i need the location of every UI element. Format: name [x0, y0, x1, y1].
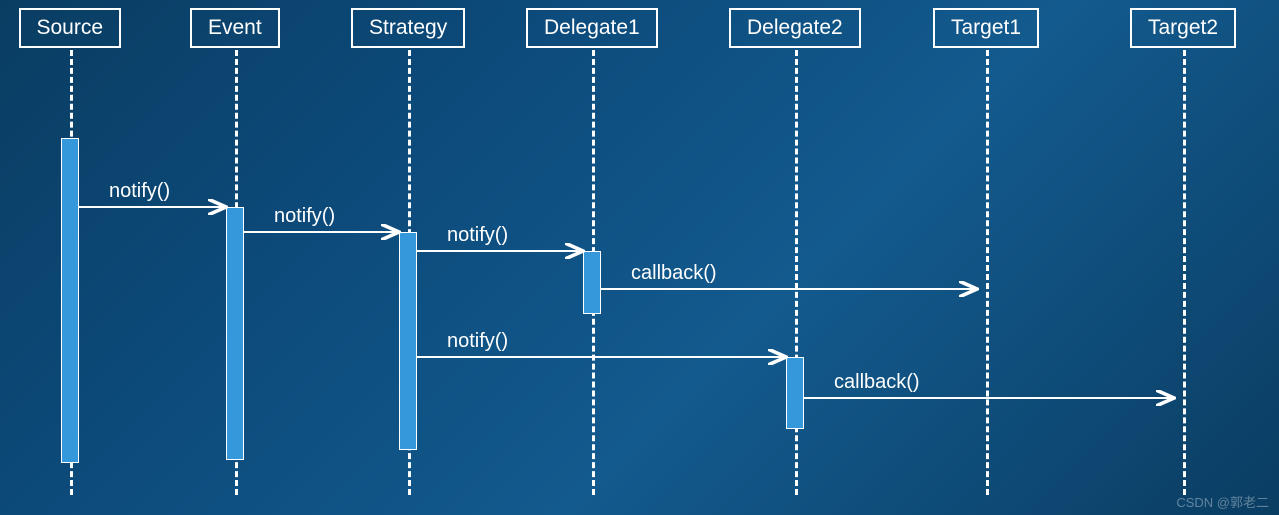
- message-label-strategy-delegate2: notify(): [447, 330, 508, 353]
- activation-event: [226, 207, 244, 460]
- message-label-strategy-delegate1: notify(): [447, 224, 508, 247]
- participant-event: Event: [190, 8, 280, 48]
- lifeline-target1: [986, 50, 989, 495]
- activation-strategy: [399, 232, 417, 450]
- participant-target1: Target1: [933, 8, 1039, 48]
- participant-target2: Target2: [1130, 8, 1236, 48]
- message-label-source-event: notify(): [109, 180, 170, 203]
- activation-source: [61, 138, 79, 463]
- activation-delegate1: [583, 251, 601, 314]
- sequence-diagram: Source Event Strategy Delegate1 Delegate2 Tar…: [0, 0, 1279, 515]
- participant-source: Source: [19, 8, 122, 48]
- participant-delegate2: Delegate2: [729, 8, 861, 48]
- participant-delegate1: Delegate1: [526, 8, 658, 48]
- arrows-layer: [0, 0, 1279, 515]
- participant-strategy: Strategy: [351, 8, 465, 48]
- message-label-delegate1-target1: callback(): [631, 262, 717, 285]
- message-label-event-strategy: notify(): [274, 205, 335, 228]
- message-label-delegate2-target2: callback(): [834, 371, 920, 394]
- lifeline-target2: [1183, 50, 1186, 495]
- watermark: CSDN @郭老二: [1176, 492, 1269, 511]
- activation-delegate2: [786, 357, 804, 429]
